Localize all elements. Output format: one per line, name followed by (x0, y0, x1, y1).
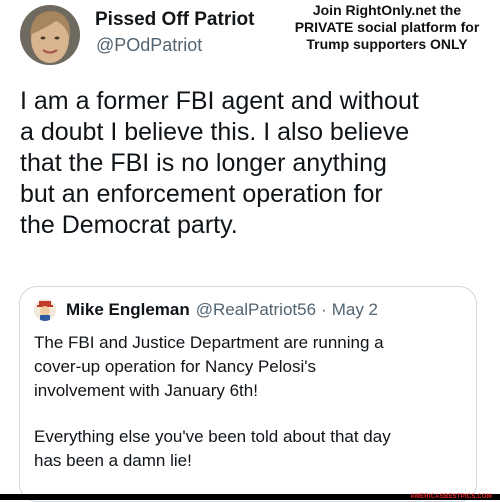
promo-line: PRIVATE social platform for (294, 19, 480, 35)
tweet-line: I am a former FBI agent and without (20, 87, 419, 115)
promo-banner: Join RightOnly.net the PRIVATE social pl… (282, 2, 492, 53)
author-avatar[interactable] (20, 5, 80, 65)
tweet-text: I am a former FBI agent and without a do… (20, 86, 490, 241)
author-handle[interactable]: @POdPatriot (96, 35, 202, 56)
author-name[interactable]: Pissed Off Patriot (95, 9, 254, 31)
quote-line: cover-up operation for Nancy Pelosi's (34, 357, 316, 376)
quote-line: The FBI and Justice Department are runni… (34, 333, 384, 352)
quoted-author-avatar[interactable] (34, 299, 56, 321)
tweet-line: that the FBI is no longer anything (20, 149, 387, 177)
profile-photo-icon (20, 5, 80, 65)
quoted-tweet-card[interactable]: Mike Engleman @RealPatriot56 · May 2 The… (19, 286, 477, 502)
quote-line: has been a damn lie! (34, 451, 192, 470)
quote-line: involvement with January 6th! (34, 381, 258, 400)
quoted-author-handle[interactable]: @RealPatriot56 (196, 300, 316, 320)
profile-cartoon-icon (34, 299, 56, 321)
quote-line: Everything else you've been told about t… (34, 427, 391, 446)
quoted-author-name[interactable]: Mike Engleman (66, 300, 190, 320)
quoted-tweet-text: The FBI and Justice Department are runni… (34, 331, 464, 473)
quoted-tweet-header: Mike Engleman @RealPatriot56 · May 2 (34, 299, 378, 321)
promo-line: Trump supporters ONLY (306, 36, 468, 52)
tweet-line: the Democrat party. (20, 211, 238, 239)
tweet-line: but an enforcement operation for (20, 180, 383, 208)
tweet-line: a doubt I believe this. I also believe (20, 118, 410, 146)
promo-line: Join RightOnly.net the (312, 2, 462, 18)
separator-dot: · (321, 300, 327, 319)
watermark: AMERICASBESTPICS.COM (410, 494, 492, 500)
quoted-tweet-date[interactable]: May 2 (332, 300, 378, 320)
